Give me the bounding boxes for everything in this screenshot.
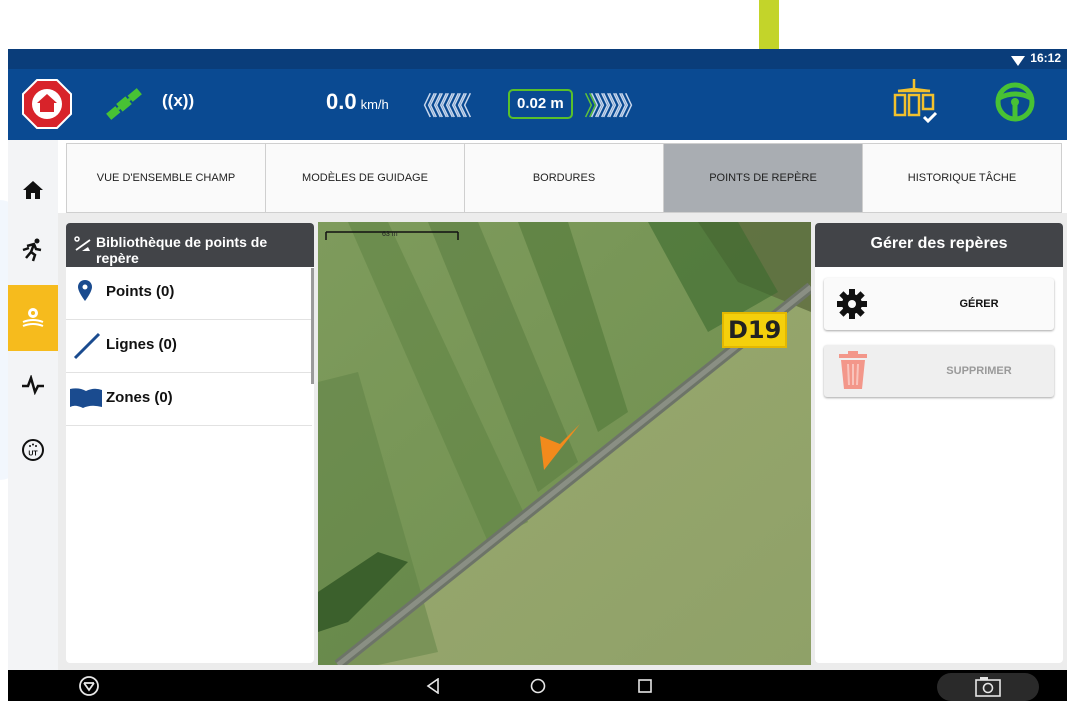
screenshot-button[interactable]	[937, 673, 1039, 701]
svg-text:UT: UT	[28, 451, 38, 458]
status-time: 16:12	[1030, 51, 1061, 65]
nav-guidance[interactable]	[8, 220, 58, 280]
nav-ut[interactable]: UT	[8, 420, 58, 480]
ut-icon: UT	[22, 439, 44, 461]
zone-icon	[70, 388, 102, 408]
system-menu-icon[interactable]	[78, 675, 100, 702]
home-icon	[23, 181, 43, 199]
library-scrollbar[interactable]	[311, 268, 314, 384]
pulse-icon	[22, 375, 44, 395]
left-deviation-chevrons: 《《《《《《《	[410, 91, 472, 121]
back-icon[interactable]	[426, 677, 440, 699]
library-item-zones[interactable]: Zones (0)	[66, 373, 312, 426]
home-circle-icon[interactable]	[530, 678, 546, 699]
map-scale-label: 63 m	[382, 231, 398, 238]
satellite-map[interactable]: 63 m D19	[318, 222, 811, 665]
manage-landmarks-panel: Gérer des repères GÉRER SUPPRIMER	[815, 223, 1063, 663]
satellite-icon[interactable]	[102, 82, 146, 131]
delete-button-label: SUPPRIMER	[946, 365, 1012, 377]
left-navigation: UT	[8, 140, 58, 670]
manage-title: Gérer des repères	[870, 235, 1008, 252]
field-gear-icon	[22, 308, 44, 327]
nav-field[interactable]	[8, 285, 58, 351]
accuracy-badge: 0.02 m	[508, 89, 573, 119]
library-item-points[interactable]: Points (0)	[66, 267, 312, 320]
lines-label: Lignes (0)	[106, 336, 177, 353]
speed-unit: km/h	[360, 97, 389, 112]
tab-field-overview[interactable]: VUE D'ENSEMBLE CHAMP	[66, 143, 265, 213]
gear-icon	[837, 289, 867, 319]
top-header: ((x)) 0.0 km/h 《《《《《《《 0.02 m 》》》》》》》	[8, 69, 1067, 140]
home-stop-button[interactable]	[22, 79, 72, 129]
tab-task-history[interactable]: HISTORIQUE TÂCHE	[862, 143, 1062, 213]
pin-icon	[78, 280, 92, 301]
manage-button-label: GÉRER	[959, 298, 999, 310]
road-label: D19	[722, 312, 788, 348]
tab-boundaries[interactable]: BORDURES	[464, 143, 663, 213]
recents-icon[interactable]	[638, 679, 652, 698]
camera-icon	[975, 677, 1001, 697]
points-label: Points (0)	[106, 283, 175, 300]
right-deviation-chevrons: 》》》》》》》	[584, 91, 646, 121]
landmark-library-icon	[74, 236, 92, 257]
delete-button[interactable]: SUPPRIMER	[824, 345, 1054, 397]
tab-landmarks[interactable]: POINTS DE REPÈRE	[663, 143, 862, 213]
map-imagery	[318, 222, 811, 665]
manage-header: Gérer des repères	[815, 223, 1063, 267]
implement-icon[interactable]	[890, 77, 938, 132]
trash-icon	[839, 351, 867, 389]
library-header: Bibliothèque de points de repère	[66, 223, 314, 267]
steering-wheel-icon[interactable]	[993, 80, 1037, 129]
nav-diagnostics[interactable]	[8, 355, 58, 415]
library-title: Bibliothèque de points de repère	[96, 234, 268, 266]
radio-signal-icon[interactable]: ((x))	[162, 91, 194, 111]
runner-icon	[22, 238, 42, 262]
system-nav-bar	[8, 670, 1067, 701]
nav-home[interactable]	[8, 160, 58, 220]
line-icon	[73, 332, 101, 360]
zones-label: Zones (0)	[106, 389, 173, 406]
manage-button[interactable]: GÉRER	[824, 278, 1054, 330]
status-bar: 16:12	[8, 49, 1067, 69]
tab-bar: VUE D'ENSEMBLE CHAMP MODÈLES DE GUIDAGE …	[66, 143, 1062, 213]
tab-guidance-patterns[interactable]: MODÈLES DE GUIDAGE	[265, 143, 464, 213]
speed-value: 0.0	[326, 89, 357, 114]
landmark-library-panel: Bibliothèque de points de repère Points …	[66, 223, 314, 663]
speed-readout: 0.0 km/h	[326, 89, 389, 115]
library-item-lines[interactable]: Lignes (0)	[66, 320, 312, 373]
